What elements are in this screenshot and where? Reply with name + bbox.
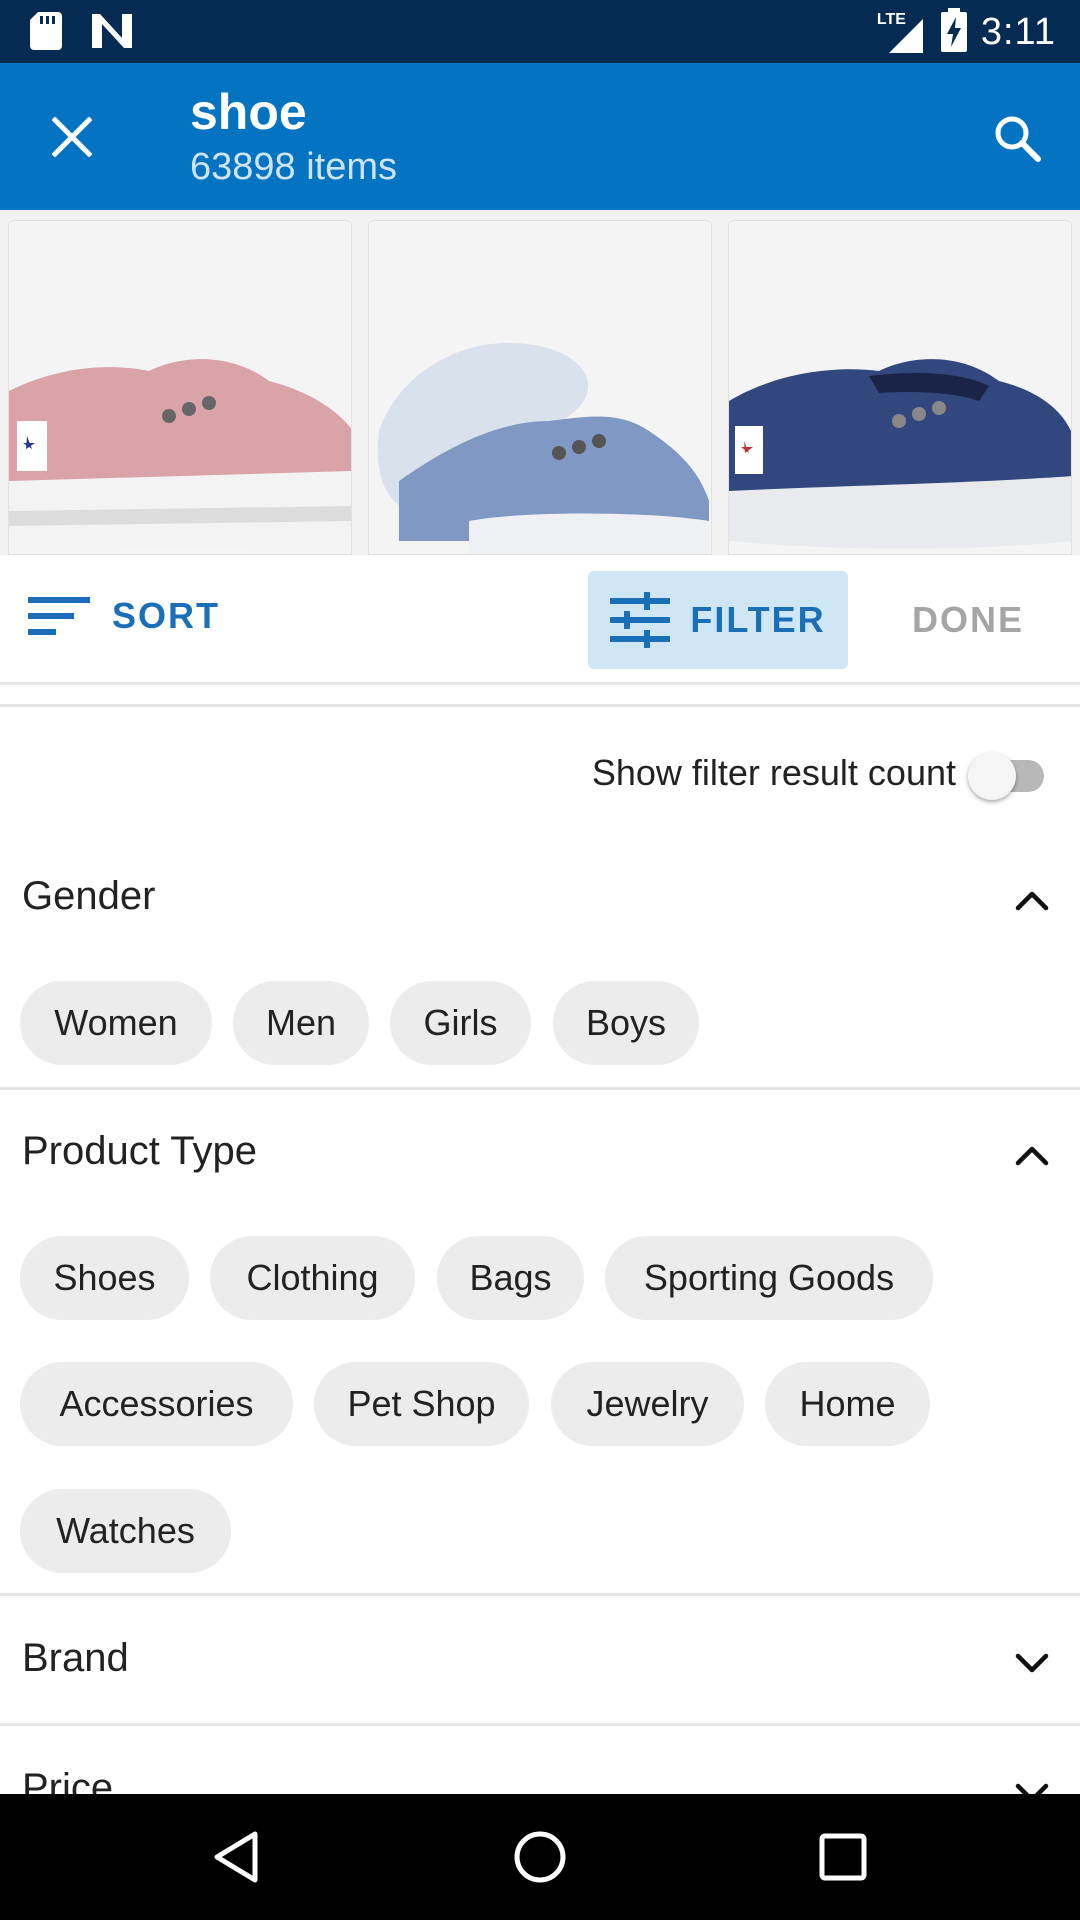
product-type-section-title: Product Type [22,1129,257,1173]
app-bar: shoe 63898 items [0,63,1080,210]
product-type-chip-jewelry[interactable]: Jewelry [551,1362,744,1446]
done-button[interactable]: DONE [912,599,1024,641]
search-title-block: shoe 63898 items [190,83,397,193]
filter-result-count-label: Show filter result count [591,752,956,793]
product-image-strip [0,210,1080,555]
divider [0,1593,1080,1596]
status-bar: LTE 3:11 [0,0,1080,63]
search-icon [995,116,1041,162]
filter-result-count-row: Show filter result count [0,740,1080,810]
divider [0,1723,1080,1726]
gender-chip-men[interactable]: Men [233,981,369,1065]
chevron-up-icon [1015,1146,1049,1166]
close-icon [52,117,92,157]
filter-button[interactable]: FILTER [588,571,848,669]
sort-filter-bar: SORT FILTER DONE [0,555,1080,685]
recents-button[interactable] [810,1824,876,1890]
item-count: 63898 items [190,146,398,188]
lte-signal-icon: LTE [877,11,927,55]
brand-section-header[interactable]: Brand [0,1614,1080,1704]
clock: 3:11 [980,11,1056,53]
product-type-chip-sporting-goods[interactable]: Sporting Goods [605,1236,933,1320]
chevron-up-icon [1015,891,1049,911]
pink-shoe-image [9,359,351,549]
toggle-thumb [968,752,1016,800]
gender-section-title: Gender [22,874,156,918]
close-button[interactable] [44,109,100,165]
sort-label: SORT [112,595,221,636]
filter-result-count-toggle[interactable] [968,752,1050,800]
filter-sliders-icon [610,592,671,648]
sort-button[interactable]: SORT [28,595,220,637]
product-type-chip-bags[interactable]: Bags [437,1236,584,1320]
gender-chip-women[interactable]: Women [20,981,212,1065]
navy-shoe-image [729,359,1071,549]
product-type-chip-clothing[interactable]: Clothing [210,1236,415,1320]
product-type-chip-watches[interactable]: Watches [20,1489,231,1573]
back-triangle-icon [214,1831,258,1883]
brand-section-title: Brand [22,1636,129,1680]
product-card-2[interactable] [368,220,712,555]
product-type-chip-pet-shop[interactable]: Pet Shop [314,1362,529,1446]
battery-charging-icon [940,8,967,57]
recents-square-icon [819,1833,867,1881]
product-type-chip-home[interactable]: Home [765,1362,930,1446]
back-button[interactable] [203,1824,269,1890]
system-navigation-bar [0,1794,1080,1920]
gender-chip-girls[interactable]: Girls [390,981,531,1065]
product-type-section-header[interactable]: Product Type [0,1107,1080,1197]
sort-icon [28,597,90,635]
sd-card-icon [30,12,62,55]
gender-chip-boys[interactable]: Boys [553,981,699,1065]
product-type-chip-shoes[interactable]: Shoes [20,1236,189,1320]
notification-n-icon [92,14,132,53]
search-button[interactable] [984,105,1050,171]
gender-section-header[interactable]: Gender [0,852,1080,942]
chevron-down-icon [1015,1653,1049,1673]
home-button[interactable] [507,1824,573,1890]
divider [0,1087,1080,1090]
home-circle-icon [514,1831,566,1883]
product-type-chip-accessories[interactable]: Accessories [20,1362,293,1446]
filter-label: FILTER [690,599,826,640]
search-query-title: shoe [190,84,307,140]
product-card-3[interactable] [728,220,1072,555]
product-card-1[interactable] [8,220,352,555]
divider [0,704,1080,707]
light-blue-shoe-image [377,342,709,554]
